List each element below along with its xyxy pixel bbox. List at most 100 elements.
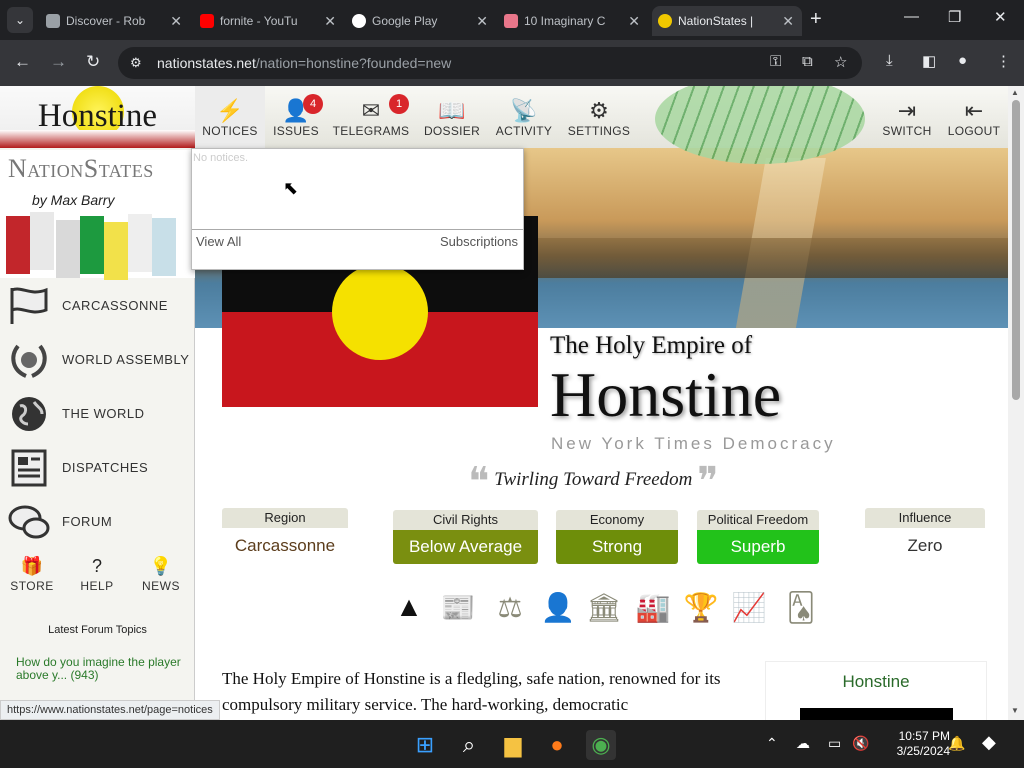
close-tab-icon[interactable]: ✕ <box>628 6 640 36</box>
factory-icon[interactable]: 🏭 <box>630 591 676 631</box>
volume-muted-icon[interactable]: 🔇 <box>852 735 869 752</box>
close-window-icon[interactable]: ✕ <box>994 8 1007 26</box>
nav-switch-label: SWITCH <box>882 124 932 138</box>
file-explorer-icon[interactable]: ▆ <box>498 730 528 760</box>
nav-switch[interactable]: ⇥ SWITCH <box>879 86 935 148</box>
browser-tab-active[interactable]: NationStates | ✕ <box>652 6 802 36</box>
minimize-icon[interactable]: — <box>904 8 919 25</box>
reload-icon[interactable]: ↻ <box>86 52 100 72</box>
bookmark-star-icon[interactable]: ☆ <box>834 53 847 71</box>
close-tab-icon[interactable]: ✕ <box>782 6 794 36</box>
trophy-icon[interactable]: 🏆 <box>678 591 724 631</box>
scrollbar-thumb[interactable] <box>1012 100 1020 400</box>
flag-sun <box>332 264 428 360</box>
restore-icon[interactable]: ❐ <box>948 8 961 26</box>
tray-chevron-icon[interactable]: ⌃ <box>766 735 778 752</box>
book-cover <box>6 216 30 274</box>
nav-settings[interactable]: ⚙ SETTINGS <box>565 86 633 148</box>
windows-start-icon[interactable]: ⊞ <box>410 730 440 760</box>
forward-arrow-icon[interactable]: → <box>50 52 67 72</box>
forum-topic-link[interactable]: How do you imagine the player above y...… <box>16 656 186 682</box>
help-link[interactable]: ? HELP <box>67 556 127 595</box>
notification-bell-icon[interactable]: 🔔 <box>948 735 965 752</box>
scroll-up-icon[interactable]: ▲ <box>1011 88 1019 97</box>
civil-rights-value[interactable]: Below Average <box>393 530 538 564</box>
trend-line-icon[interactable]: 📈 <box>726 591 772 631</box>
government-building-icon[interactable]: 🏛 <box>581 591 627 631</box>
nav-issues[interactable]: 👤 ISSUES 4 <box>267 86 325 148</box>
nation-motto: Twirling Toward Freedom <box>494 469 693 490</box>
clock-time: 10:57 PM <box>898 729 950 743</box>
system-clock[interactable]: 10:57 PM 3/25/2024 <box>880 729 950 759</box>
lightning-icon: ⚡ <box>216 98 244 123</box>
side-card-name[interactable]: Honstine <box>766 672 986 692</box>
nationstates-ad[interactable]: NationStates by Max Barry <box>0 150 195 280</box>
chrome-icon[interactable]: ◉ <box>586 730 616 760</box>
sidebar-item-forum[interactable]: FORUM <box>0 496 195 548</box>
nav-notices-label: NOTICES <box>202 124 258 138</box>
nav-notices[interactable]: ⚡ NOTICES <box>195 86 265 148</box>
satellite-dish-icon: 📡 <box>510 98 538 123</box>
scales-icon[interactable]: ⚖ <box>487 591 533 631</box>
browser-tab[interactable]: Google Play ✕ <box>346 6 496 36</box>
tab-search-button[interactable]: ⌄ <box>7 7 33 33</box>
cloud-offline-icon[interactable]: ☁ <box>796 735 810 752</box>
copilot-icon[interactable]: ◆ <box>982 732 996 753</box>
economy-value[interactable]: Strong <box>556 530 678 564</box>
sidebar-item-label: THE WORLD <box>62 406 145 421</box>
nationstates-favicon-icon <box>658 14 672 28</box>
store-link[interactable]: 🎁 STORE <box>2 556 62 595</box>
nav-dossier[interactable]: 📖 DOSSIER <box>419 86 485 148</box>
sidebar-item-world-assembly[interactable]: WORLD ASSEMBLY <box>0 334 195 386</box>
region-value[interactable]: Carcassonne <box>222 536 348 556</box>
scroll-down-icon[interactable]: ▼ <box>1011 706 1019 715</box>
obelisk-icon[interactable]: ▲ <box>386 591 432 631</box>
new-tab-button[interactable]: + <box>810 8 822 31</box>
install-app-icon[interactable]: ⧉ <box>802 53 813 70</box>
sidebar-item-label: CARCASSONNE <box>62 298 168 313</box>
network-icon[interactable]: ▭ <box>828 735 841 752</box>
browser-tab[interactable]: fornite - YouTu ✕ <box>194 6 344 36</box>
back-arrow-icon[interactable]: ← <box>14 52 31 72</box>
sidebar-item-the-world[interactable]: THE WORLD <box>0 388 195 440</box>
political-freedom-value[interactable]: Superb <box>697 530 819 564</box>
url-text[interactable]: nationstates.net/nation=honstine?founded… <box>157 55 451 71</box>
cards-icon[interactable]: 🂡 <box>778 591 824 631</box>
nav-telegrams[interactable]: ✉ TELEGRAMS 1 <box>331 86 411 148</box>
nav-logout[interactable]: ⇤ LOGOUT <box>945 86 1003 148</box>
download-icon[interactable]: ⤓ <box>886 52 893 69</box>
person-icon[interactable]: 👤 <box>535 591 581 631</box>
search-icon[interactable]: ⌕ <box>454 730 484 760</box>
sidebar-item-label: DISPATCHES <box>62 460 149 475</box>
page-scrollbar[interactable]: ▲ ▼ <box>1008 86 1024 720</box>
menu-kebab-icon[interactable]: ⋮ <box>996 52 1011 70</box>
help-label: HELP <box>80 579 114 593</box>
book-cover <box>128 214 152 272</box>
sidebar-item-carcassonne[interactable]: CARCASSONNE <box>0 280 195 332</box>
profile-icon[interactable]: ● <box>958 52 967 69</box>
news-link[interactable]: 💡 NEWS <box>131 556 191 595</box>
browser-tab[interactable]: 10 Imaginary C ✕ <box>498 6 648 36</box>
password-key-icon[interactable]: ⚿ <box>770 53 781 70</box>
address-bar[interactable]: ⚙ nationstates.net/nation=honstine?found… <box>118 47 862 79</box>
subscriptions-link[interactable]: Subscriptions <box>440 234 518 249</box>
influence-value[interactable]: Zero <box>865 536 985 556</box>
side-panel-icon[interactable]: ◧ <box>922 52 936 70</box>
firefox-icon[interactable]: ● <box>542 730 572 760</box>
site-info-icon[interactable]: ⚙ <box>130 55 142 71</box>
close-tab-icon[interactable]: ✕ <box>324 6 336 36</box>
issues-badge: 4 <box>303 94 323 114</box>
page-viewport: ⚡ NOTICES 👤 ISSUES 4 ✉ TELEGRAMS 1 📖 DOS… <box>0 86 1008 720</box>
close-tab-icon[interactable]: ✕ <box>170 6 182 36</box>
close-tab-icon[interactable]: ✕ <box>476 6 488 36</box>
book-cover <box>56 220 80 278</box>
nation-category[interactable]: New York Times Democracy <box>551 434 836 454</box>
sidebar-item-dispatches[interactable]: DISPATCHES <box>0 442 195 494</box>
nav-activity[interactable]: 📡 ACTIVITY <box>491 86 557 148</box>
region-label: Region <box>222 508 348 528</box>
nation-logo[interactable]: Honstine <box>0 86 195 148</box>
newspaper-icon[interactable]: 📰 <box>435 591 481 631</box>
browser-tab[interactable]: Discover - Rob ✕ <box>40 6 190 36</box>
tab-title: Google Play <box>372 14 438 28</box>
view-all-link[interactable]: View All <box>196 234 241 249</box>
